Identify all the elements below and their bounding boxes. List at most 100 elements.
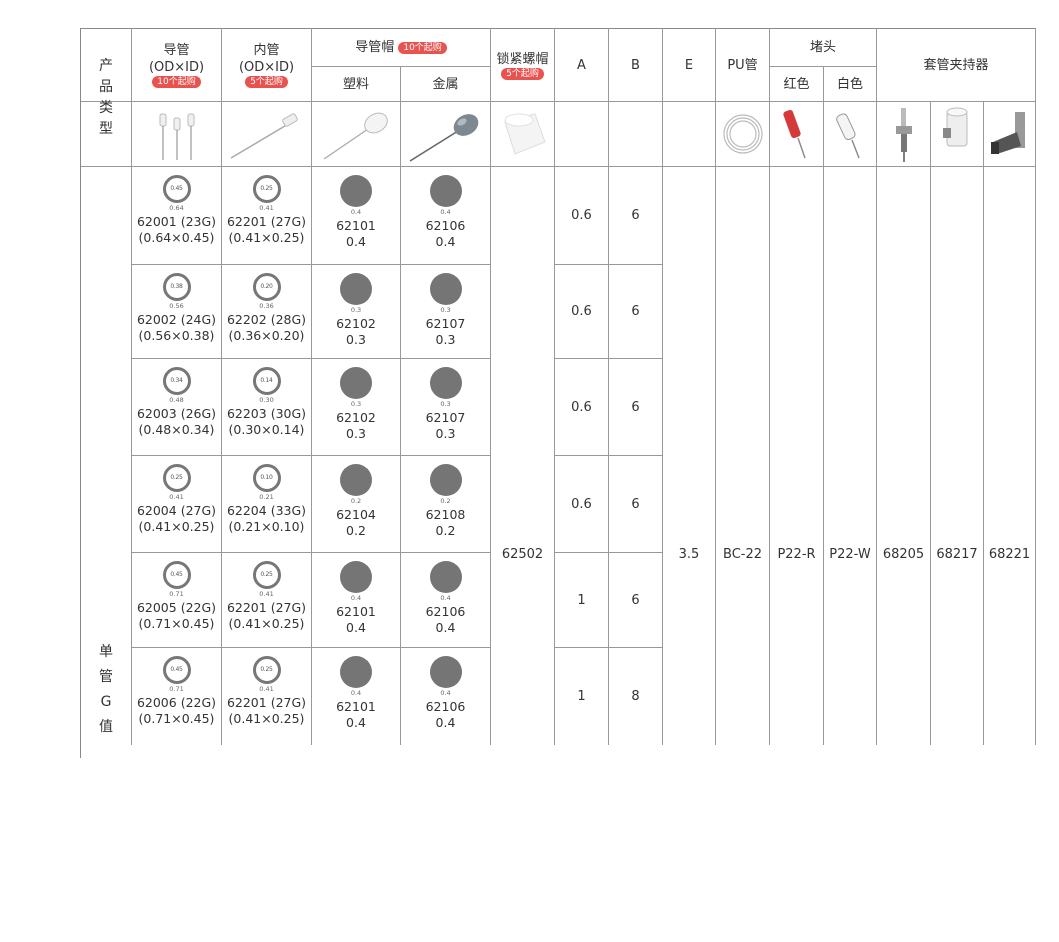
guide-tube-image xyxy=(132,102,221,166)
metal-cap-code: 62106 xyxy=(425,604,466,619)
plastic-cap-value: 0.3 xyxy=(346,426,366,441)
b-value: 6 xyxy=(631,304,640,319)
metal-cap-code: 62106 xyxy=(425,699,466,714)
guide-tube-item: 0.25 0.41 62004 (27G) (0.41×0.25) xyxy=(132,464,221,534)
b-value: 6 xyxy=(631,208,640,223)
metal-cap-dim: 0.4 xyxy=(440,689,451,697)
metal-cap-item: 0.4 62106 0.4 xyxy=(401,561,490,635)
inner-tube-id: 0.25 xyxy=(260,666,273,673)
guide-tube-spec: (0.41×0.25) xyxy=(138,519,215,534)
a-value: 1 xyxy=(577,592,586,608)
header-lock-nut: 锁紧螺帽 5个起购 xyxy=(491,29,554,101)
lock-nut-code: 62502 xyxy=(501,547,544,562)
guide-tube-spec: (0.71×0.45) xyxy=(138,711,215,726)
guide-tube-od: 0.71 xyxy=(169,685,184,693)
plastic-cap-dim: 0.4 xyxy=(350,208,362,216)
guide-tube-ring-icon: 0.25 xyxy=(162,464,191,492)
metal-cap-dim: 0.3 xyxy=(440,306,451,314)
inner-tube-spec: (0.41×0.25) xyxy=(228,616,305,631)
guide-cap-label: 导管帽 xyxy=(355,40,395,55)
guide-tube-item: 0.45 0.71 62006 (22G) (0.71×0.45) xyxy=(132,656,221,726)
inner-tube-ring-icon: 0.25 xyxy=(252,656,281,684)
inner-tube-ring-icon: 0.25 xyxy=(252,561,281,589)
header-guide-cap: 导管帽 10个起购 xyxy=(312,29,490,66)
side-label-char: 单 xyxy=(99,644,113,660)
guide-cap-tag: 10个起购 xyxy=(398,41,447,54)
inner-tube-od: 0.41 xyxy=(259,590,274,598)
metal-cap-dim: 0.4 xyxy=(440,208,451,216)
inner-tube-code: 62203 (30G) xyxy=(226,406,307,421)
inner-tube-item: 0.25 0.41 62201 (27G) (0.41×0.25) xyxy=(222,656,311,726)
inner-tube-spec: (0.36×0.20) xyxy=(228,328,305,343)
guide-tube-id: 0.25 xyxy=(170,474,183,481)
product-type-char: 品 xyxy=(99,78,113,95)
metal-cap-disc-icon xyxy=(429,656,462,688)
inner-tube-code: 62201 (27G) xyxy=(226,600,307,615)
metal-cap-code: 62108 xyxy=(425,507,466,522)
inner-tube-id: 0.25 xyxy=(260,185,273,192)
guide-tube-code: 62003 (26G) xyxy=(136,406,217,421)
inner-tube-item: 0.25 0.41 62201 (27G) (0.41×0.25) xyxy=(222,561,311,631)
plastic-cap-item: 0.3 62102 0.3 xyxy=(312,273,400,347)
header-plug-white: 白色 xyxy=(836,76,863,92)
product-type-char: 产 xyxy=(99,57,113,74)
guide-tube-code: 62005 (22G) xyxy=(136,600,217,615)
inner-tube-id: 0.20 xyxy=(260,283,273,290)
plastic-cap-code: 62101 xyxy=(336,218,376,233)
v-line-15 xyxy=(1035,28,1036,745)
inner-tube-image xyxy=(222,102,311,166)
side-label-char: 值 xyxy=(99,719,113,735)
header-plastic: 塑料 xyxy=(342,76,369,92)
plastic-cap-item: 0.4 62101 0.4 xyxy=(312,561,400,635)
inner-tube-ring-icon: 0.10 xyxy=(252,464,281,492)
metal-cap-disc-icon xyxy=(429,464,462,496)
pu-tube-image xyxy=(716,102,769,166)
inner-tube-code: 62202 (28G) xyxy=(226,312,307,327)
holder-68217-code: 68217 xyxy=(936,547,978,562)
inner-tube-id: 0.14 xyxy=(260,377,273,384)
side-label-single-tube-g: 单管G值 xyxy=(81,640,131,745)
inner-tube-ring-icon: 0.14 xyxy=(252,367,281,395)
metal-cap-disc-icon xyxy=(429,561,462,593)
a-value: 0.6 xyxy=(571,208,592,223)
metal-cap-value: 0.4 xyxy=(435,234,456,249)
header-plug-red: 红色 xyxy=(783,76,810,92)
inner-tube-spec: (0.21×0.10) xyxy=(228,519,305,534)
plastic-cap-value: 0.4 xyxy=(346,715,366,730)
metal-cap-value: 0.3 xyxy=(435,426,456,441)
metal-cap-disc-icon xyxy=(429,273,462,305)
header-guide-tube: 导管 (OD×ID) 10个起购 xyxy=(132,29,221,101)
guide-tube-code: 62006 (22G) xyxy=(136,695,217,710)
plastic-cap-disc-icon xyxy=(340,175,372,207)
plastic-cap-value: 0.2 xyxy=(346,523,366,538)
guide-tube-ring-icon: 0.38 xyxy=(162,273,191,301)
holder-68205-image xyxy=(877,102,930,166)
metal-cap-item: 0.3 62107 0.3 xyxy=(401,367,490,441)
side-label-char: 管 xyxy=(99,669,113,685)
plastic-cap-value: 0.4 xyxy=(346,620,366,635)
inner-tube-sub: (OD×ID) xyxy=(238,60,295,75)
header-b: B xyxy=(631,57,640,73)
plastic-cap-dim: 0.3 xyxy=(350,400,362,408)
plastic-cap-value: 0.3 xyxy=(346,332,366,347)
inner-tube-item: 0.14 0.30 62203 (30G) (0.30×0.14) xyxy=(222,367,311,437)
metal-cap-dim: 0.2 xyxy=(440,497,451,505)
inner-tube-item: 0.25 0.41 62201 (27G) (0.41×0.25) xyxy=(222,175,311,245)
a-value: 1 xyxy=(577,689,586,704)
a-value: 0.6 xyxy=(571,399,592,415)
lock-nut-tag: 5个起购 xyxy=(501,67,544,80)
plastic-cap-code: 62101 xyxy=(336,699,376,714)
metal-cap-item: 0.3 62107 0.3 xyxy=(401,273,490,347)
guide-tube-od: 0.41 xyxy=(169,493,184,501)
b-value: 6 xyxy=(631,592,640,608)
metal-cap-item: 0.4 62106 0.4 xyxy=(401,656,490,730)
metal-cap-image xyxy=(401,102,490,166)
inner-tube-spec: (0.41×0.25) xyxy=(228,230,305,245)
holder-68221-code: 68221 xyxy=(988,547,1031,562)
holder-68205-code: 68205 xyxy=(882,547,925,562)
pu-code: BC-22 xyxy=(723,547,762,562)
metal-cap-dim: 0.4 xyxy=(440,594,451,602)
plastic-cap-disc-icon xyxy=(340,273,372,305)
lock-nut-image xyxy=(491,102,554,166)
side-label-char: G xyxy=(100,694,112,710)
